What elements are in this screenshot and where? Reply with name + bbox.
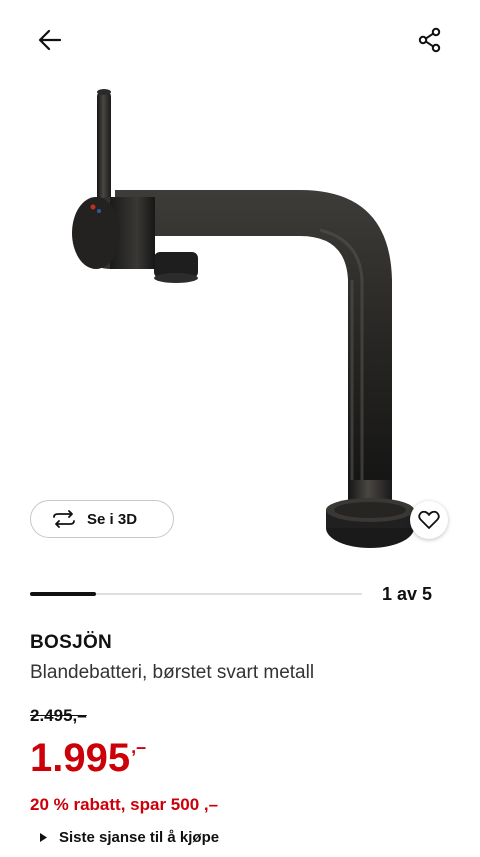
view-3d-label: Se i 3D (87, 510, 138, 528)
last-chance-label: Siste sjanse til å kjøpe (59, 829, 220, 846)
rotate-icon (53, 510, 75, 528)
new-price: 1.995 ,– (30, 734, 146, 782)
share-icon (418, 27, 441, 53)
back-button[interactable] (36, 26, 64, 54)
new-price-suffix: ,– (131, 737, 147, 757)
gallery-progress-bar (30, 592, 362, 596)
product-description: Blandebatteri, børstet svart metall (30, 662, 315, 683)
new-price-amount: 1.995 (30, 736, 131, 780)
triangle-right-icon (40, 833, 47, 842)
top-bar (0, 0, 480, 80)
old-price: 2.495,– (30, 706, 87, 725)
arrow-left-icon (38, 29, 62, 51)
last-chance-notice: Siste sjanse til å kjøpe (40, 829, 219, 846)
product-name: BOSJÖN (30, 632, 113, 653)
view-3d-button[interactable]: Se i 3D (30, 500, 174, 538)
favorite-button[interactable] (410, 501, 448, 539)
share-button[interactable] (416, 26, 444, 54)
gallery-counter: 1 av 5 (382, 584, 433, 604)
gallery-progress-fill (30, 592, 97, 596)
discount-text: 20 % rabatt, spar 500 ,– (30, 795, 219, 814)
heart-icon (418, 510, 440, 529)
